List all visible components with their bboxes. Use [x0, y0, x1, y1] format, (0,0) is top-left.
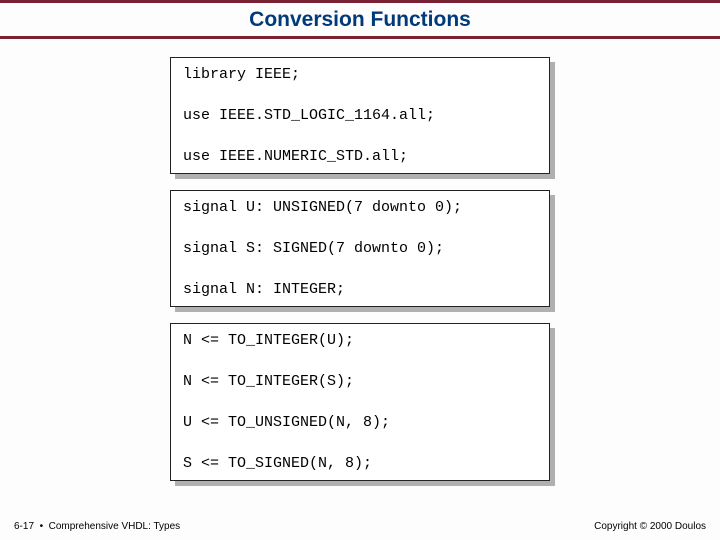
header-bar: Conversion Functions: [0, 0, 720, 39]
code-box-2: signal U: UNSIGNED(7 downto 0); signal S…: [170, 190, 550, 307]
code-line: N <= TO_INTEGER(S);: [171, 365, 549, 398]
code-line: signal S: SIGNED(7 downto 0);: [171, 232, 549, 265]
code-line: use IEEE.NUMERIC_STD.all;: [171, 140, 549, 173]
code-line: S <= TO_SIGNED(N, 8);: [171, 447, 549, 480]
code-box-1-inner: library IEEE; use IEEE.STD_LOGIC_1164.al…: [170, 57, 550, 174]
code-box-3-inner: N <= TO_INTEGER(U); N <= TO_INTEGER(S); …: [170, 323, 550, 481]
footer-right-text: Copyright © 2000 Doulos: [594, 521, 706, 532]
code-box-2-inner: signal U: UNSIGNED(7 downto 0); signal S…: [170, 190, 550, 307]
code-line: N <= TO_INTEGER(U);: [171, 324, 549, 357]
slide-page: Conversion Functions library IEEE; use I…: [0, 0, 720, 540]
code-box-1: library IEEE; use IEEE.STD_LOGIC_1164.al…: [170, 57, 550, 174]
footer-bar: 6-17 • Comprehensive VHDL: Types Copyrig…: [0, 515, 720, 540]
code-box-3: N <= TO_INTEGER(U); N <= TO_INTEGER(S); …: [170, 323, 550, 481]
code-line: U <= TO_UNSIGNED(N, 8);: [171, 406, 549, 439]
code-line: signal N: INTEGER;: [171, 273, 549, 306]
code-line: library IEEE;: [171, 58, 549, 91]
page-title: Conversion Functions: [249, 8, 471, 31]
header-inner: Conversion Functions: [0, 6, 720, 36]
code-line: use IEEE.STD_LOGIC_1164.all;: [171, 99, 549, 132]
code-line: signal U: UNSIGNED(7 downto 0);: [171, 191, 549, 224]
content-area: library IEEE; use IEEE.STD_LOGIC_1164.al…: [0, 39, 720, 515]
footer-left-text: 6-17 • Comprehensive VHDL: Types: [14, 521, 180, 532]
